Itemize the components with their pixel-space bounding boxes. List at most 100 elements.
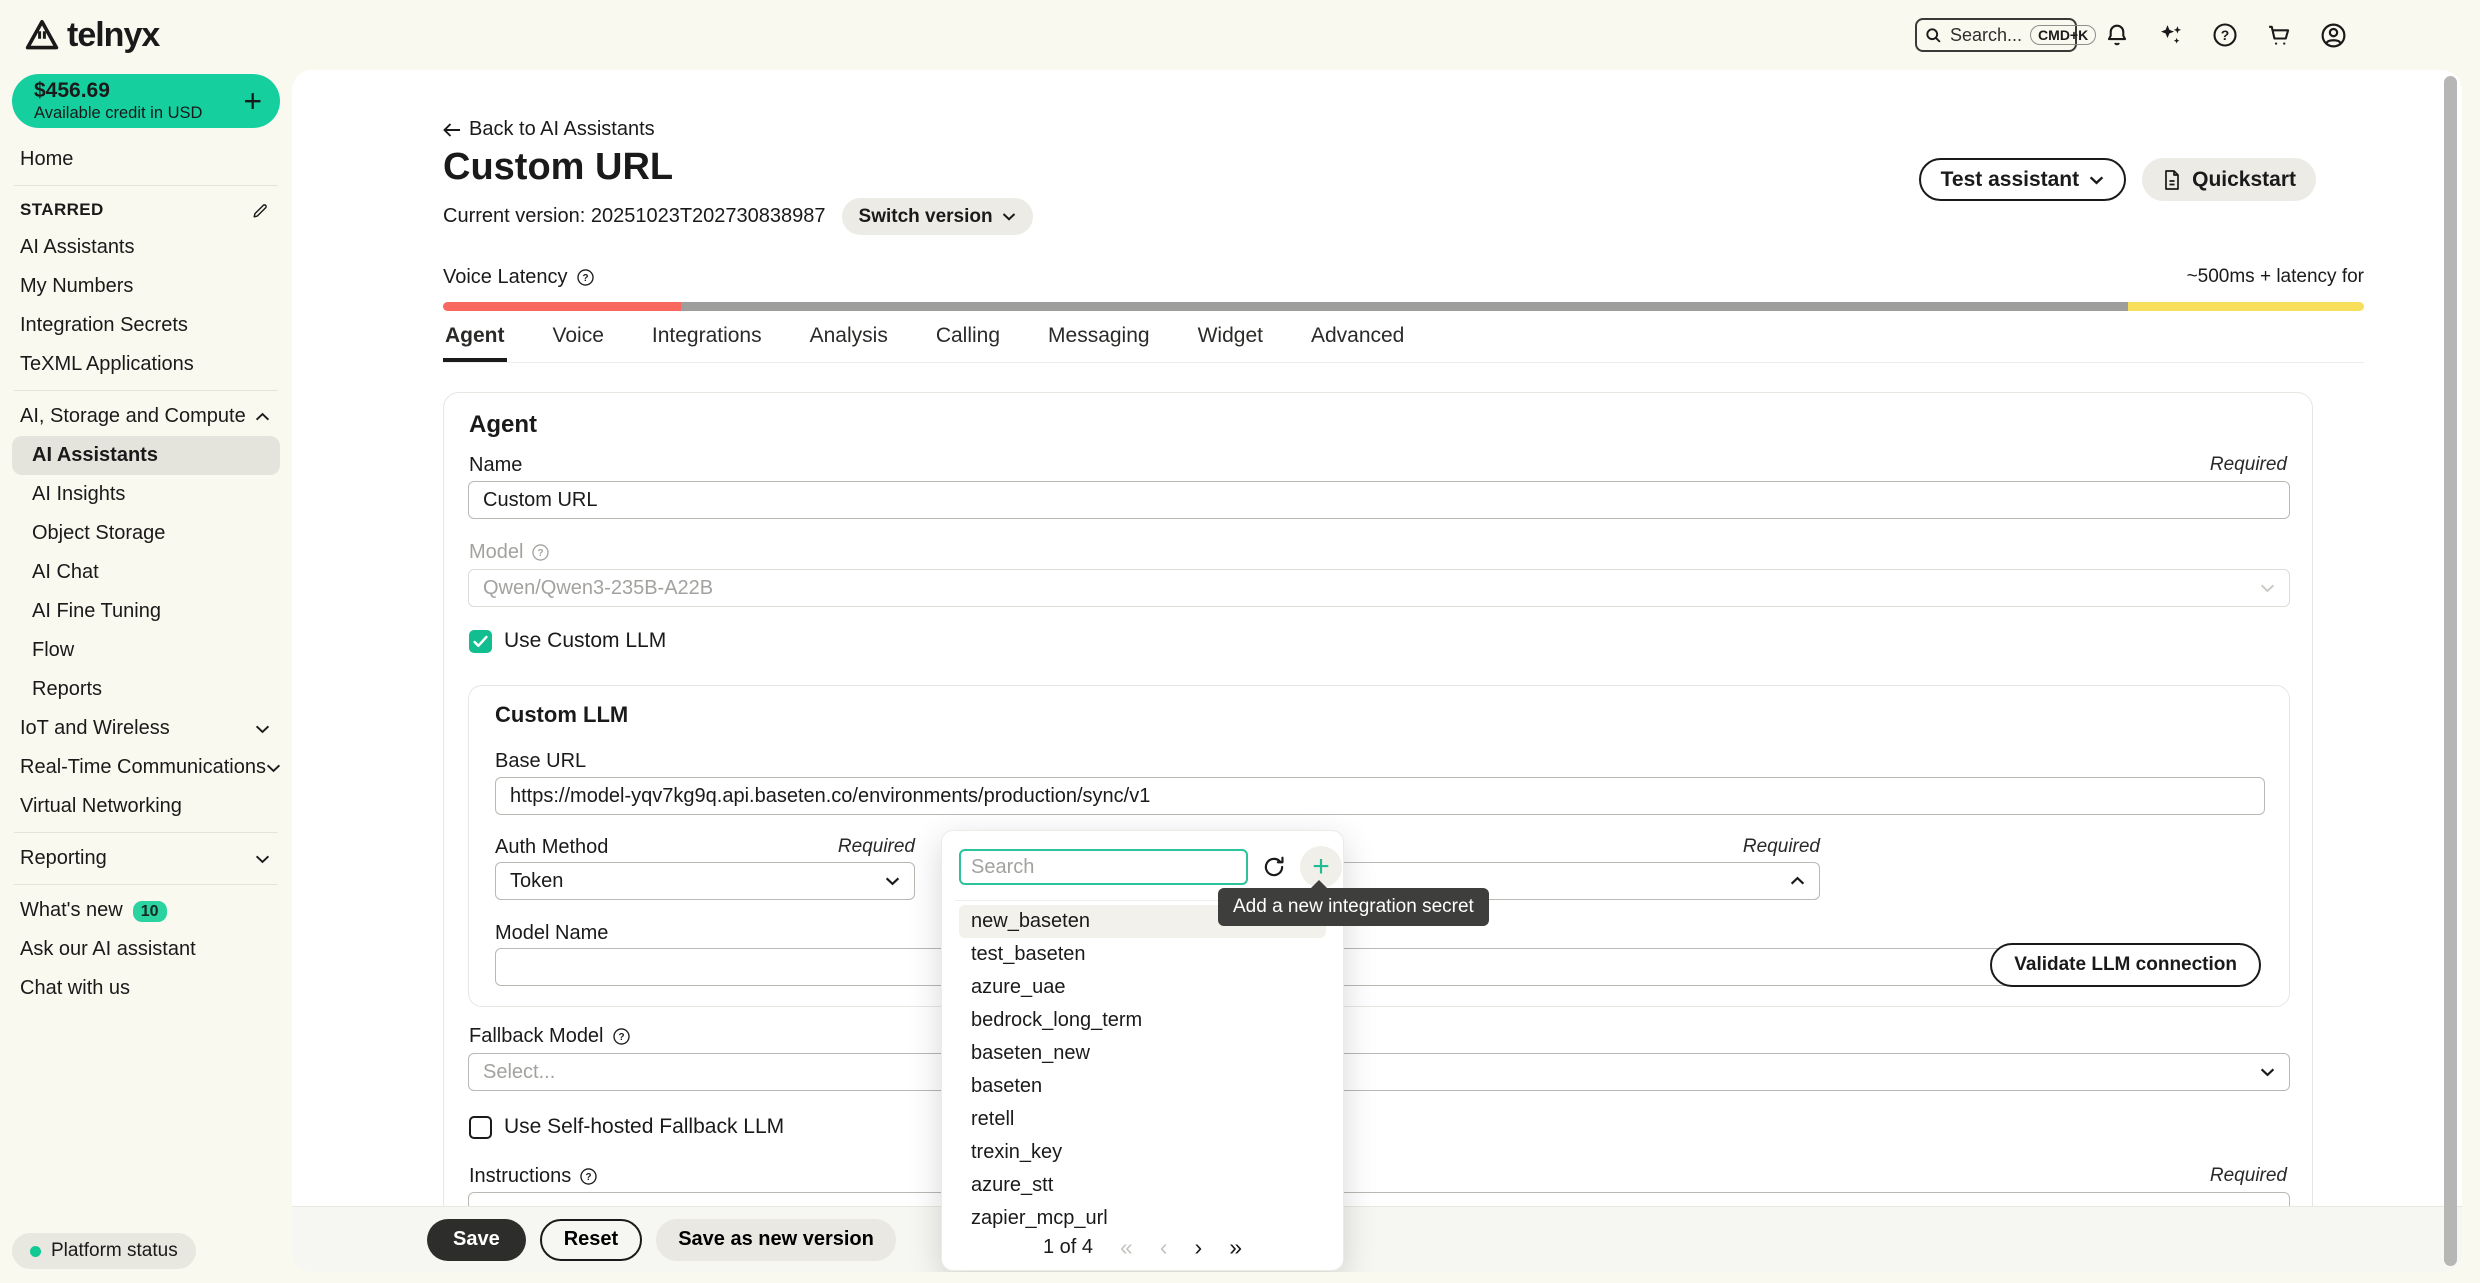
instructions-help-icon[interactable]: ? bbox=[579, 1167, 598, 1186]
save-as-new-version-button[interactable]: Save as new version bbox=[656, 1219, 896, 1261]
base-url-input[interactable] bbox=[495, 777, 2265, 815]
sidebar-item-my-numbers[interactable]: My Numbers bbox=[12, 267, 280, 306]
add-credit-button[interactable]: + bbox=[243, 85, 262, 117]
sidebar-item-texml-applications[interactable]: TeXML Applications bbox=[12, 345, 280, 384]
tab-voice[interactable]: Voice bbox=[551, 324, 606, 362]
global-search[interactable]: Search... CMD+K bbox=[1915, 18, 2077, 52]
sidebar-group-ai-storage-compute[interactable]: AI, Storage and Compute bbox=[12, 397, 280, 436]
fallback-model-help-icon[interactable]: ? bbox=[612, 1027, 631, 1046]
document-icon bbox=[2162, 169, 2182, 191]
chevron-up-icon bbox=[255, 412, 270, 422]
account-avatar-icon[interactable] bbox=[2319, 21, 2348, 50]
base-url-label: Base URL bbox=[495, 750, 586, 773]
platform-status-button[interactable]: Platform status bbox=[12, 1233, 196, 1269]
tab-advanced[interactable]: Advanced bbox=[1309, 324, 1406, 362]
instructions-label-row: Instructions ? bbox=[469, 1165, 598, 1188]
sidebar-group-reporting[interactable]: Reporting bbox=[12, 839, 280, 878]
fallback-model-label-row: Fallback Model ? bbox=[469, 1025, 631, 1048]
dropdown-option[interactable]: retell bbox=[959, 1103, 1326, 1136]
status-ok-dot bbox=[30, 1246, 41, 1257]
dropdown-option[interactable]: zapier_mcp_url bbox=[959, 1202, 1326, 1235]
header-actions: Test assistant Quickstart bbox=[1919, 158, 2316, 201]
sidebar-item-reports[interactable]: Reports bbox=[12, 670, 280, 709]
sidebar-item-ask-ai-assistant[interactable]: Ask our AI assistant bbox=[12, 930, 280, 969]
use-custom-llm-checkbox[interactable]: Use Custom LLM bbox=[469, 629, 666, 653]
cart-icon[interactable] bbox=[2265, 21, 2293, 49]
switch-version-button[interactable]: Switch version bbox=[842, 198, 1033, 235]
topbar-actions: Search... CMD+K ? bbox=[1915, 18, 2348, 52]
first-page-button[interactable]: « bbox=[1120, 1236, 1133, 1259]
chevron-down-icon bbox=[1002, 212, 1016, 221]
fallback-model-select[interactable]: Select... bbox=[468, 1053, 2290, 1091]
sidebar-item-flow[interactable]: Flow bbox=[12, 631, 280, 670]
tab-agent[interactable]: Agent bbox=[443, 324, 507, 362]
dropdown-option[interactable]: baseten_new bbox=[959, 1037, 1326, 1070]
whats-new-count-badge: 10 bbox=[133, 901, 167, 922]
name-label: Name bbox=[469, 454, 522, 477]
dropdown-option[interactable]: azure_uae bbox=[959, 971, 1326, 1004]
tab-integrations[interactable]: Integrations bbox=[650, 324, 764, 362]
tab-analysis[interactable]: Analysis bbox=[808, 324, 890, 362]
validate-llm-connection-button[interactable]: Validate LLM connection bbox=[1990, 943, 2261, 987]
sidebar-divider bbox=[14, 185, 278, 186]
sidebar-group-real-time-communications[interactable]: Real-Time Communications bbox=[12, 748, 280, 787]
save-button[interactable]: Save bbox=[427, 1219, 526, 1261]
model-select: Qwen/Qwen3-235B-A22B bbox=[468, 569, 2290, 607]
edit-starred-icon[interactable] bbox=[251, 201, 270, 220]
topbar: telnyx Search... CMD+K bbox=[0, 0, 2480, 70]
next-page-button[interactable]: › bbox=[1195, 1236, 1203, 1259]
sidebar-group-iot-wireless[interactable]: IoT and Wireless bbox=[12, 709, 280, 748]
custom-llm-card: Custom LLM Base URL Auth Method Required… bbox=[468, 685, 2290, 1007]
use-self-hosted-fallback-checkbox[interactable]: Use Self-hosted Fallback LLM bbox=[469, 1115, 784, 1139]
telnyx-logo[interactable]: telnyx bbox=[24, 16, 159, 55]
dropdown-search-input[interactable] bbox=[959, 849, 1248, 885]
test-assistant-button[interactable]: Test assistant bbox=[1919, 158, 2127, 201]
tab-messaging[interactable]: Messaging bbox=[1046, 324, 1152, 362]
sidebar-item-chat-with-us[interactable]: Chat with us bbox=[12, 969, 280, 1008]
tooltip-arrow bbox=[1310, 880, 1328, 889]
sidebar-item-ai-insights[interactable]: AI Insights bbox=[12, 475, 280, 514]
chevron-down-icon bbox=[2260, 583, 2275, 593]
model-help-icon[interactable]: ? bbox=[531, 543, 550, 562]
sidebar-item-ai-assistants[interactable]: AI Assistants bbox=[12, 436, 280, 475]
dropdown-option[interactable]: azure_stt bbox=[959, 1169, 1326, 1202]
back-arrow-icon bbox=[443, 122, 461, 138]
notifications-bell-icon[interactable] bbox=[2103, 21, 2131, 49]
instructions-required-label: Required bbox=[2210, 1165, 2287, 1187]
sidebar-item-ai-chat[interactable]: AI Chat bbox=[12, 553, 280, 592]
back-to-ai-assistants-link[interactable]: Back to AI Assistants bbox=[443, 118, 655, 141]
sidebar-item-object-storage[interactable]: Object Storage bbox=[12, 514, 280, 553]
sidebar-divider bbox=[14, 884, 278, 885]
voice-latency-section: Voice Latency ? ~500ms + latency for bbox=[443, 266, 2364, 311]
chevron-down-icon bbox=[255, 854, 270, 864]
dropdown-option[interactable]: test_baseten bbox=[959, 938, 1326, 971]
voice-latency-help-icon[interactable]: ? bbox=[576, 268, 595, 287]
ai-sparkles-icon[interactable] bbox=[2157, 21, 2185, 49]
tab-widget[interactable]: Widget bbox=[1196, 324, 1265, 362]
dropdown-option[interactable]: bedrock_long_term bbox=[959, 1004, 1326, 1037]
vertical-scrollbar[interactable] bbox=[2444, 76, 2457, 1266]
sidebar-item-whats-new[interactable]: What's new10 bbox=[12, 891, 280, 930]
dropdown-option[interactable]: baseten bbox=[959, 1070, 1326, 1103]
refresh-icon[interactable] bbox=[1261, 854, 1287, 880]
reset-button[interactable]: Reset bbox=[540, 1219, 642, 1261]
quickstart-button[interactable]: Quickstart bbox=[2142, 158, 2316, 201]
help-icon[interactable]: ? bbox=[2211, 21, 2239, 49]
chevron-down-icon bbox=[2089, 175, 2104, 185]
sidebar-item-virtual-networking[interactable]: Virtual Networking bbox=[12, 787, 280, 826]
prev-page-button[interactable]: ‹ bbox=[1160, 1236, 1168, 1259]
tab-calling[interactable]: Calling bbox=[934, 324, 1002, 362]
sidebar-item-integration-secrets[interactable]: Integration Secrets bbox=[12, 306, 280, 345]
credit-amount: $456.69 bbox=[34, 79, 202, 103]
sidebar-item-ai-fine-tuning[interactable]: AI Fine Tuning bbox=[12, 592, 280, 631]
credit-balance-card[interactable]: $456.69 Available credit in USD + bbox=[12, 74, 280, 128]
version-row: Current version: 20251023T202730838987 S… bbox=[443, 198, 1033, 235]
last-page-button[interactable]: » bbox=[1229, 1236, 1242, 1259]
name-input[interactable] bbox=[468, 481, 2290, 519]
sidebar-item-home[interactable]: Home bbox=[12, 140, 280, 179]
sidebar-item-ai-assistants-starred[interactable]: AI Assistants bbox=[12, 228, 280, 267]
save-footer-bar: Save Reset Save as new version bbox=[292, 1206, 2462, 1272]
dropdown-option[interactable]: trexin_key bbox=[959, 1136, 1326, 1169]
auth-method-select[interactable]: Token bbox=[495, 862, 915, 900]
settings-tabs: Agent Voice Integrations Analysis Callin… bbox=[443, 324, 2364, 363]
